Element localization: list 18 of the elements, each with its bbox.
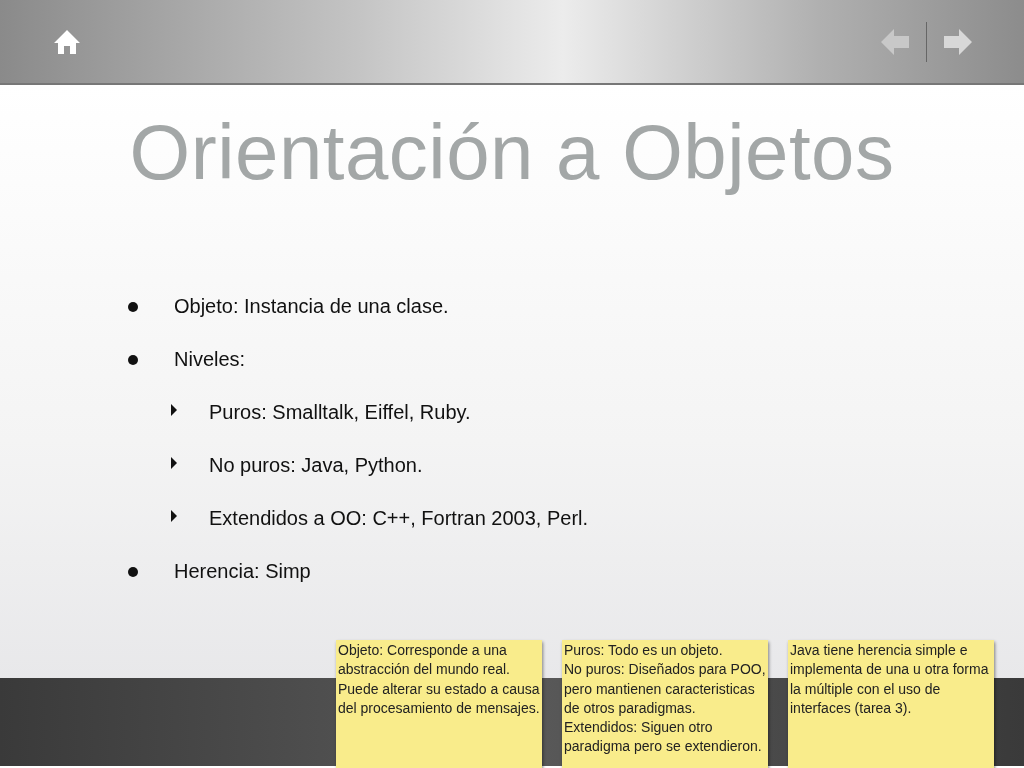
bullet-text: Niveles:: [174, 348, 246, 371]
bullet-icon: [128, 566, 138, 577]
bullet-icon: [128, 301, 138, 312]
sticky-note: Puros: Todo es un objeto. No puros: Diseñados para POO, pero mantienen caracteristicas de otros paradigmas. Extendidos: Siguen otro paradigma pero se extendieron.: [562, 640, 768, 768]
bullet-text: Extendidos a OO: C++, Fortran 2003, Perl.: [209, 507, 589, 530]
bullet-text: Objeto: Instancia de una clase.: [174, 295, 449, 318]
sticky-note: Objeto: Corresponde a una abstracción del mundo real. Puede alterar su estado a causa del procesamiento de mensajes.: [336, 640, 542, 768]
bullet-text: No puros: Java, Python.: [209, 454, 423, 477]
triangle-bullet-icon: [170, 508, 178, 523]
triangle-bullet-icon: [170, 455, 178, 470]
slide-title: Orientación a Objetos: [128, 107, 896, 198]
bullet-text: Puros: Smalltalk, Eiffel, Ruby.: [209, 401, 471, 424]
bullet-text: Herencia: Simp: [174, 560, 311, 583]
forward-arrow-icon[interactable]: [943, 27, 973, 56]
triangle-bullet-icon: [170, 402, 178, 417]
back-arrow-icon[interactable]: [880, 27, 910, 56]
bullet-icon: [128, 354, 138, 365]
sticky-note: Java tiene herencia simple e implementa de una u otra forma la múltiple con el uso de interfaces (tarea 3).: [788, 640, 994, 768]
